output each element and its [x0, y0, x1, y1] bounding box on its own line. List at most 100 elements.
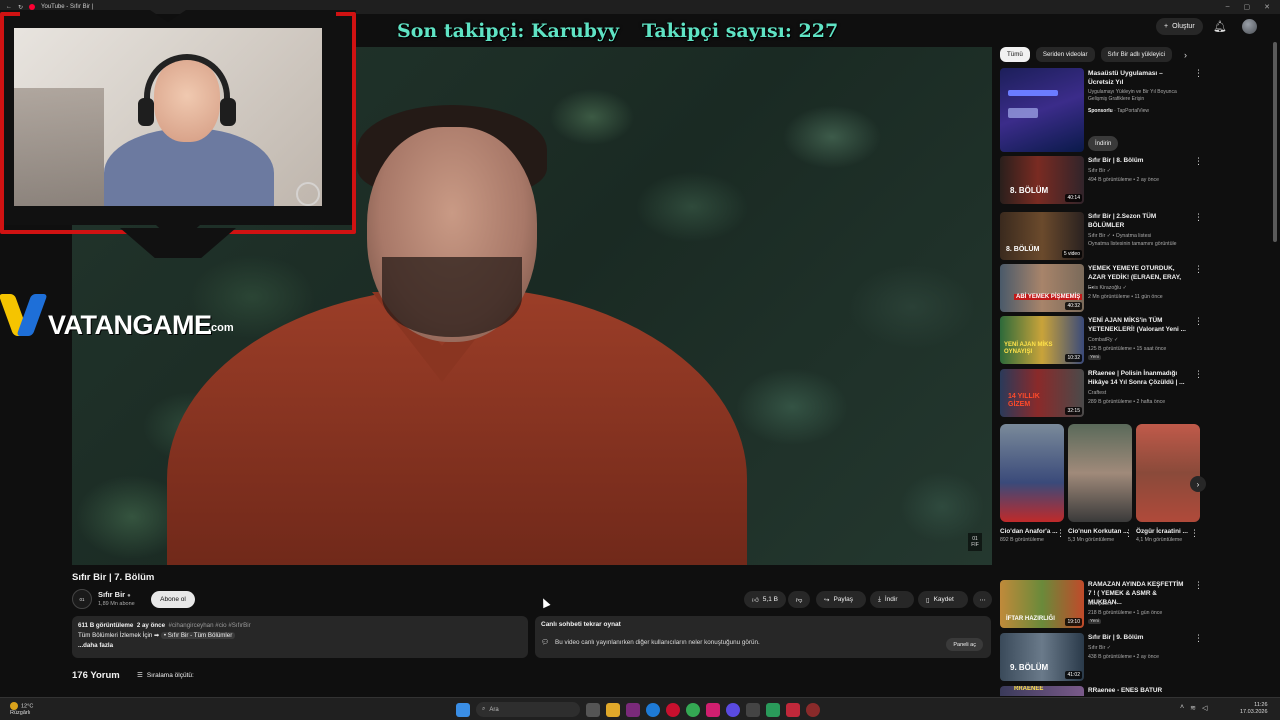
video-thumbnail[interactable]: 8. BÖLÜM 40:14: [1000, 156, 1084, 204]
more-vertical-icon[interactable]: ⋮: [1190, 528, 1199, 539]
sort-comments-button[interactable]: ☰ Sıralama ölçütü:: [137, 671, 194, 680]
short-item[interactable]: Cio'dan Anafor'a ... 892 B görüntüleme: [1000, 424, 1064, 544]
recommendation-item[interactable]: RRAENEE RRaenee - ENES BATUR: [1000, 686, 1200, 696]
more-vertical-icon[interactable]: ⋮: [1194, 369, 1203, 380]
maximize-button[interactable]: ▢: [1244, 3, 1251, 11]
wifi-icon[interactable]: ≋: [1190, 704, 1196, 712]
chip-uploader[interactable]: Sıfır Bir adlı yükleyici: [1100, 47, 1172, 62]
recommendation-channel[interactable]: Sıfır Bir ✓: [1088, 645, 1111, 651]
short-thumbnail[interactable]: [1000, 424, 1064, 522]
recommendation-channel[interactable]: Sıfır Bir ✓ • Oynatma listesi: [1088, 233, 1151, 239]
more-vertical-icon[interactable]: ⋮: [1194, 156, 1203, 167]
recommendation-item[interactable]: 8. BÖLÜM 40:14 Sıfır Bir | 8. Bölüm Sıfı…: [1000, 156, 1203, 204]
recommendation-title[interactable]: YENİ AJAN MİKS'in TÜM YETENEKLERİ! (Valo…: [1088, 316, 1188, 334]
volume-icon[interactable]: ◁: [1202, 704, 1207, 712]
video-thumbnail[interactable]: 14 YILLIK GİZEM 32:15: [1000, 369, 1084, 417]
chrome-browser-icon[interactable]: [686, 702, 700, 717]
recommendation-channel[interactable]: Sempatico ✓: [1088, 601, 1118, 607]
download-button[interactable]: ⤓ İndir: [870, 591, 914, 608]
more-vertical-icon[interactable]: ⋮: [1194, 264, 1203, 275]
recommendation-item[interactable]: 9. BÖLÜM 41:02 Sıfır Bir | 9. Bölüm Sıfı…: [1000, 633, 1203, 681]
recommendation-item[interactable]: ABİ YEMEK PİŞMEMİŞ 40:32 YEMEK YEMEYE OT…: [1000, 264, 1203, 312]
save-button[interactable]: ▯ Kaydet: [918, 591, 968, 608]
notifications-bell-icon[interactable]: 🔔︎: [1213, 20, 1227, 33]
recommendation-title[interactable]: Sıfır Bir | 2.Sezon TÜM BÖLÜMLER: [1088, 212, 1188, 230]
shorts-next-arrow-icon[interactable]: ›: [1190, 476, 1206, 492]
weather-widget[interactable]: 12°C Rüzgârlı: [10, 702, 33, 717]
app-icon[interactable]: [746, 702, 760, 717]
recommendation-channel[interactable]: CombatRy ✓: [1088, 337, 1118, 343]
app-icon[interactable]: [766, 702, 780, 717]
description-box[interactable]: 611 B görüntüleme 2 ay önce #cihangircey…: [72, 616, 528, 658]
chip-all[interactable]: Tümü: [1000, 47, 1030, 62]
more-vertical-icon[interactable]: ⋮: [1194, 68, 1203, 79]
file-explorer-icon[interactable]: [606, 702, 620, 717]
recommendation-channel[interactable]: Sıfır Bir ✓: [1088, 168, 1111, 174]
app-icon[interactable]: [806, 702, 820, 717]
playlist-link[interactable]: • Sıfır Bir - Tüm Bölümler: [160, 632, 236, 639]
ad-install-button[interactable]: İndirin: [1088, 136, 1119, 151]
short-title[interactable]: Cio'dan Anafor'a ...: [1000, 527, 1064, 536]
playlist-thumbnail[interactable]: 8. BÖLÜM 5 video: [1000, 212, 1084, 260]
recommendation-channel[interactable]: Craftest: [1088, 390, 1106, 396]
channel-name[interactable]: Sıfır Bir ●: [98, 590, 131, 599]
show-more-link[interactable]: ...daha fazla: [78, 641, 522, 651]
more-actions-button[interactable]: ⋯: [973, 591, 992, 608]
video-thumbnail[interactable]: RRAENEE: [1000, 686, 1084, 696]
page-scrollbar[interactable]: [1273, 42, 1277, 242]
short-thumbnail[interactable]: [1136, 424, 1200, 522]
video-thumbnail[interactable]: ABİ YEMEK PİŞMEMİŞ 40:32: [1000, 264, 1084, 312]
open-panel-button[interactable]: Paneli aç: [946, 638, 983, 651]
edge-browser-icon[interactable]: [646, 702, 660, 717]
view-count: 611 B görüntüleme: [78, 622, 134, 629]
video-thumbnail[interactable]: 9. BÖLÜM 41:02: [1000, 633, 1084, 681]
recommendation-channel[interactable]: Enis Kirazoğlu ✓: [1088, 285, 1127, 291]
subscribe-button[interactable]: Abone ol: [151, 591, 195, 608]
account-avatar[interactable]: [1242, 19, 1257, 34]
share-button[interactable]: ↪ Paylaş: [816, 591, 866, 608]
dislike-button[interactable]: 👎︎: [788, 591, 810, 608]
minimize-button[interactable]: –: [1226, 3, 1230, 11]
taskbar-search[interactable]: ⌕ Ara: [476, 702, 580, 717]
short-thumbnail[interactable]: [1068, 424, 1132, 522]
app-icon[interactable]: [706, 702, 720, 717]
recommendation-title[interactable]: Sıfır Bir | 9. Bölüm: [1088, 633, 1188, 642]
create-button[interactable]: + Oluştur: [1156, 18, 1203, 35]
recommendation-item[interactable]: 8. BÖLÜM 5 video Sıfır Bir | 2.Sezon TÜM…: [1000, 212, 1203, 260]
ad-title[interactable]: Masaüstü Uygulaması – Ücretsiz Yıl: [1088, 69, 1184, 87]
close-window-button[interactable]: ✕: [1264, 3, 1270, 11]
windows-start-icon[interactable]: [456, 702, 470, 717]
channel-avatar[interactable]: 01: [72, 589, 92, 609]
short-item[interactable]: Cio'nun Korkutan ... 5,3 Mn görüntüleme: [1068, 424, 1132, 544]
chevron-right-icon[interactable]: ›: [1184, 50, 1187, 60]
more-vertical-icon[interactable]: ⋮: [1194, 580, 1203, 591]
more-vertical-icon[interactable]: ⋮: [1056, 528, 1065, 539]
recommendation-item[interactable]: 14 YILLIK GİZEM 32:15 RRaenee | Polisin …: [1000, 369, 1203, 417]
task-view-icon[interactable]: [586, 702, 600, 717]
app-icon[interactable]: [626, 702, 640, 717]
recommendation-title[interactable]: RRaenee - ENES BATUR: [1088, 686, 1188, 695]
bookmark-icon: ▯: [926, 596, 930, 604]
video-thumbnail[interactable]: YENİ AJAN MİKS OYNAYIŞI 10:32: [1000, 316, 1084, 364]
recommendation-title[interactable]: RRaenee | Polisin İnanmadığı Hikâye 14 Y…: [1088, 369, 1188, 387]
system-clock[interactable]: 11:26 17.03.2026: [1240, 702, 1268, 716]
recommendation-meta[interactable]: Oynatma listesinin tamamını görüntüle: [1088, 241, 1177, 247]
system-tray[interactable]: ˄ ≋ ◁: [1180, 704, 1207, 712]
short-title[interactable]: Cio'nun Korkutan ...: [1068, 527, 1132, 536]
more-vertical-icon[interactable]: ⋮: [1194, 316, 1203, 327]
app-icon[interactable]: [786, 702, 800, 717]
more-vertical-icon[interactable]: ⋮: [1194, 633, 1203, 644]
recommendation-item[interactable]: YENİ AJAN MİKS OYNAYIŞI 10:32 YENİ AJAN …: [1000, 316, 1203, 364]
more-vertical-icon[interactable]: ⋮: [1194, 212, 1203, 223]
ad-thumbnail[interactable]: [1000, 68, 1084, 152]
chip-series-videos[interactable]: Seriden videolar: [1035, 47, 1095, 62]
chevron-up-icon[interactable]: ˄: [1180, 704, 1184, 712]
recommendation-title[interactable]: Sıfır Bir | 8. Bölüm: [1088, 156, 1188, 165]
like-button[interactable]: 👍︎ 5,1 B: [744, 591, 786, 608]
hashtags[interactable]: #cihangirceyhan #cio #SıfırBir: [168, 622, 250, 629]
obs-icon[interactable]: [726, 702, 740, 717]
recommendation-item[interactable]: İFTAR HAZIRLIĞI 19:10 RAMAZAN AYINDA KEŞ…: [1000, 580, 1203, 628]
more-vertical-icon[interactable]: ⋮: [1124, 528, 1133, 539]
opera-browser-icon[interactable]: [666, 702, 680, 717]
video-thumbnail[interactable]: İFTAR HAZIRLIĞI 19:10: [1000, 580, 1084, 628]
